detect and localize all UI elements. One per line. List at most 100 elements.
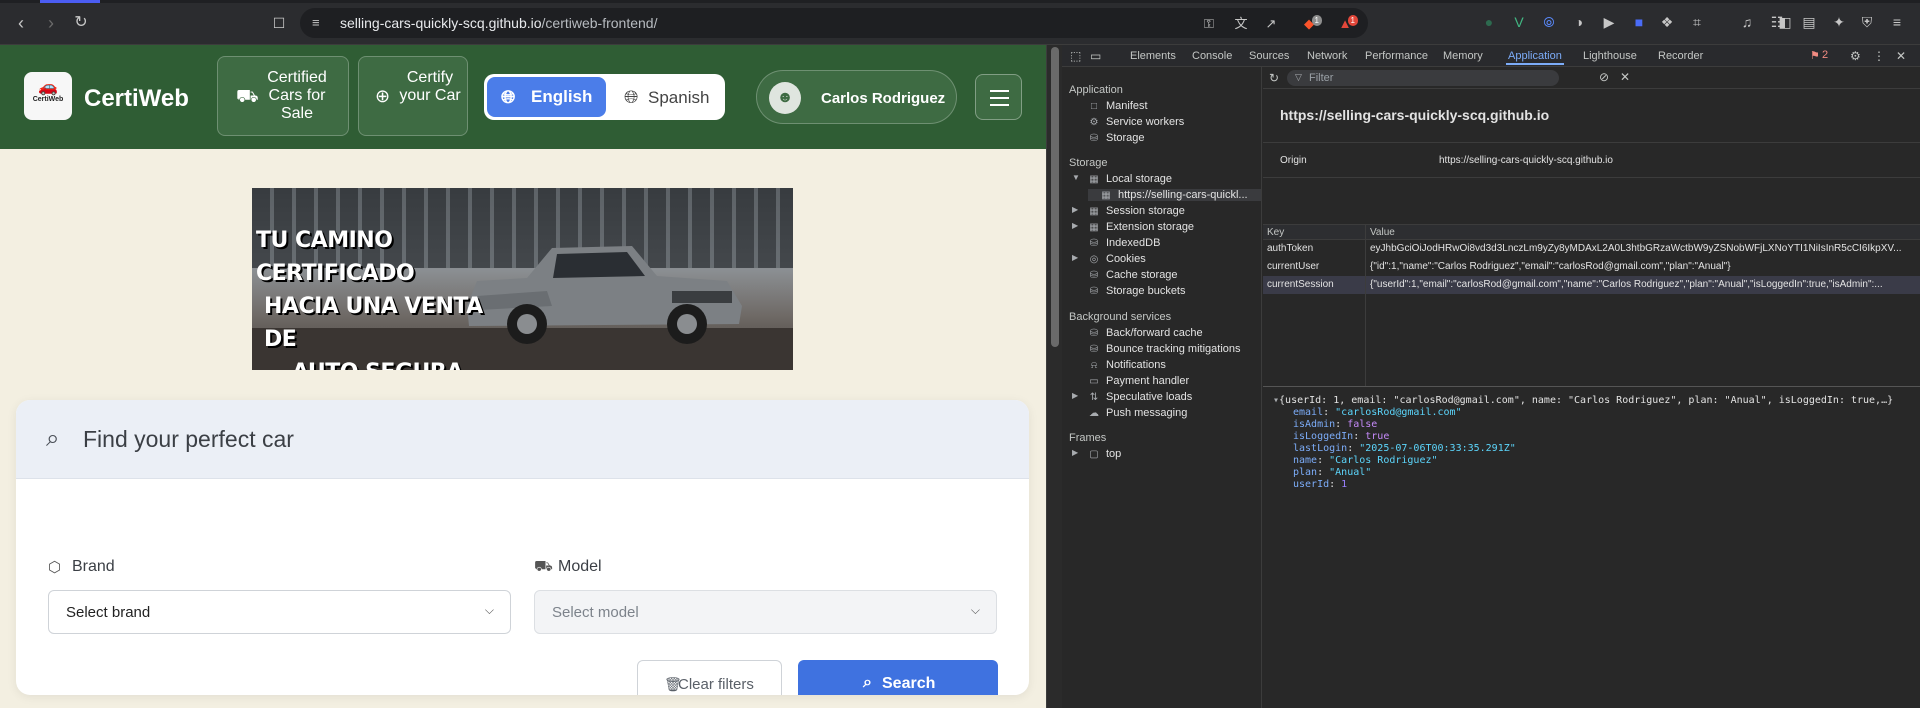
share-icon[interactable]: ↗ (1262, 15, 1280, 33)
vue-devtools-icon[interactable]: V (1510, 13, 1528, 31)
tab-performance[interactable]: Performance (1365, 50, 1428, 62)
extensions-puzzle-icon[interactable]: ❖ (1658, 13, 1676, 31)
page-scrollbar[interactable] (1046, 45, 1062, 708)
back-icon[interactable]: ‹ (10, 12, 32, 34)
table-row[interactable]: authToken eyJhbGciOiJodHRwOi8vd3d3LnczLm… (1263, 240, 1920, 258)
sidebar-item-push-messaging[interactable]: ☁ Push messaging (1088, 407, 1187, 419)
media-icon[interactable]: ♫ (1738, 13, 1756, 31)
sidebar-item-notifications[interactable]: ⍾ Notifications (1088, 359, 1166, 371)
collapsed-arrow-icon[interactable]: ▶ (1072, 253, 1078, 262)
sidebar-item-service-workers[interactable]: ⚙ Service workers (1088, 116, 1185, 128)
filter-input[interactable]: ▽ Filter (1287, 70, 1559, 86)
car-front-icon: ⛟ (534, 558, 553, 575)
search-icon: ⌕ (863, 674, 872, 691)
audio-extension-icon[interactable]: ⦾ (1540, 13, 1558, 31)
column-key-header[interactable]: Key (1267, 227, 1284, 238)
translate-icon[interactable]: 文 (1232, 15, 1250, 33)
tab-elements[interactable]: Elements (1130, 50, 1176, 62)
device-toolbar-icon[interactable]: ▭ (1090, 49, 1101, 63)
tab-network[interactable]: Network (1307, 50, 1347, 62)
leo-ai-icon[interactable]: ✦ (1830, 13, 1848, 31)
certify-car-label: Certify your Car (399, 69, 461, 104)
database-icon: ⛁ (1089, 133, 1099, 144)
search-button[interactable]: ⌕ Search (798, 660, 998, 695)
brave-rewards-icon[interactable]: ▲ 1 (1336, 15, 1358, 33)
tab-memory[interactable]: Memory (1443, 50, 1483, 62)
brand-name[interactable]: CertiWeb (84, 85, 189, 113)
tab-application[interactable]: Application (1506, 50, 1564, 65)
brave-shields-icon[interactable]: ◆ 1 (1300, 15, 1322, 33)
sidebar-item-frame-top[interactable]: ▶ ▢ top (1072, 448, 1121, 460)
delete-selected-icon[interactable]: ✕ (1620, 70, 1630, 84)
reload-icon[interactable]: ↻ (70, 12, 92, 34)
sidebar-item-session-storage[interactable]: ▶ ▦ Session storage (1072, 205, 1185, 217)
extension-leaf-icon[interactable]: ● (1480, 13, 1498, 31)
bookmark-icon[interactable]: ☐ (268, 12, 290, 34)
hamburger-menu-button[interactable] (975, 74, 1022, 120)
table-row-selected[interactable]: currentSession {"userId":1,"email":"carl… (1263, 276, 1920, 294)
tab-sources[interactable]: Sources (1249, 50, 1289, 62)
sidebar-item-bounce-tracking[interactable]: ⛁ Bounce tracking mitigations (1088, 343, 1241, 355)
sidebar-item-speculative-loads[interactable]: ▶ ⇅ Speculative loads (1072, 391, 1192, 403)
language-spanish-button[interactable]: 🌐︎ Spanish (610, 77, 722, 117)
collapsed-arrow-icon[interactable]: ▶ (1072, 205, 1078, 214)
sidebar-item-manifest[interactable]: □ Manifest (1088, 100, 1148, 112)
table-icon: ▦ (1089, 222, 1099, 233)
sidebar-item-extension-storage[interactable]: ▶ ▦ Extension storage (1072, 221, 1194, 233)
language-english-button[interactable]: 🌐︎ English (487, 77, 606, 117)
collapsed-arrow-icon[interactable]: ▶ (1072, 221, 1078, 230)
password-key-icon[interactable]: ⚿ (1200, 15, 1218, 33)
sidebar-item-local-storage-origin[interactable]: ▦ https://selling-cars-quickl... (1088, 189, 1261, 201)
sidebar-item-cache-storage[interactable]: ⛁ Cache storage (1088, 269, 1178, 281)
expanded-arrow-icon[interactable]: ▼ (1072, 173, 1080, 182)
sidebar-item-storage[interactable]: ⛁ Storage (1088, 132, 1145, 144)
inspect-element-icon[interactable]: ⬚ (1070, 49, 1081, 63)
sidebar-item-local-storage[interactable]: ▼ ▦ Local storage (1072, 173, 1172, 185)
object-summary[interactable]: ▾{userId: 1, email: "carlosRod@gmail.com… (1273, 395, 1893, 406)
property-value: "Carlos Rodriguez" (1329, 455, 1438, 466)
screenshot-icon[interactable]: ⌗ (1688, 13, 1706, 31)
issues-count[interactable]: 2 (1822, 49, 1828, 61)
more-options-icon[interactable]: ⋮ (1873, 49, 1885, 63)
page-scrollbar-thumb[interactable] (1051, 47, 1059, 347)
sidebar-item-indexeddb[interactable]: ⛁ IndexedDB (1088, 237, 1161, 249)
address-bar[interactable]: ≡ selling-cars-quickly-scq.github.io/cer… (300, 8, 1368, 38)
video-extension-icon[interactable]: ▶ (1600, 13, 1618, 31)
sidebar-item-payment-handler[interactable]: ▭ Payment handler (1088, 375, 1189, 387)
vpn-shield-icon[interactable]: ⛨ (1858, 13, 1876, 31)
tab-lighthouse[interactable]: Lighthouse (1583, 50, 1637, 62)
user-profile-button[interactable]: ☻ Carlos Rodriguez (756, 70, 957, 124)
sidebar-item-bfcache[interactable]: ⛁ Back/forward cache (1088, 327, 1203, 339)
certified-cars-button[interactable]: ⛟ Certified Cars for Sale (217, 56, 349, 136)
property-value: "2025-07-06T00:33:35.291Z" (1359, 443, 1516, 454)
language-english-label: English (531, 87, 593, 106)
url-text[interactable]: selling-cars-quickly-scq.github.io/certi… (340, 15, 657, 31)
issues-flag-icon[interactable]: ⚑ (1810, 49, 1820, 62)
collapsed-arrow-icon[interactable]: ▶ (1072, 391, 1078, 400)
property-key: isLoggedIn (1293, 431, 1354, 442)
table-row[interactable]: currentUser {"id":1,"name":"Carlos Rodri… (1263, 258, 1920, 276)
sidebar-item-cookies[interactable]: ▶ ◎ Cookies (1072, 253, 1146, 265)
extension-circle-icon[interactable]: ◑ (1570, 13, 1588, 31)
certify-car-button[interactable]: ⊕ Certify your Car (358, 56, 468, 136)
tab-recorder[interactable]: Recorder (1658, 50, 1703, 62)
sidebar-icon[interactable]: ◧ (1776, 13, 1794, 31)
wallet-icon[interactable]: ▤ (1800, 13, 1818, 31)
model-select[interactable]: Select model ⌵ (534, 590, 997, 634)
clear-filters-button[interactable]: 🗑︎ Clear filters (637, 660, 782, 695)
settings-gear-icon[interactable]: ⚙ (1850, 49, 1861, 63)
collapsed-arrow-icon[interactable]: ▶ (1072, 448, 1078, 457)
site-logo[interactable]: 🚗 CertiWeb (24, 72, 72, 120)
close-devtools-icon[interactable]: ✕ (1896, 49, 1906, 63)
brand-select[interactable]: Select brand ⌵ (48, 590, 511, 634)
refresh-icon[interactable]: ↻ (1269, 71, 1279, 85)
forward-icon[interactable]: › (40, 12, 62, 34)
column-value-header[interactable]: Value (1370, 227, 1395, 238)
site-info-icon[interactable]: ≡ (312, 15, 328, 31)
tab-console[interactable]: Console (1192, 50, 1232, 62)
extension-square-icon[interactable]: ■ (1630, 13, 1648, 31)
clear-all-icon[interactable]: ⊘ (1599, 70, 1609, 84)
sidebar-item-storage-buckets[interactable]: ⛁ Storage buckets (1088, 285, 1186, 297)
column-separator[interactable] (1365, 225, 1366, 386)
browser-menu-icon[interactable]: ≡ (1888, 13, 1906, 31)
